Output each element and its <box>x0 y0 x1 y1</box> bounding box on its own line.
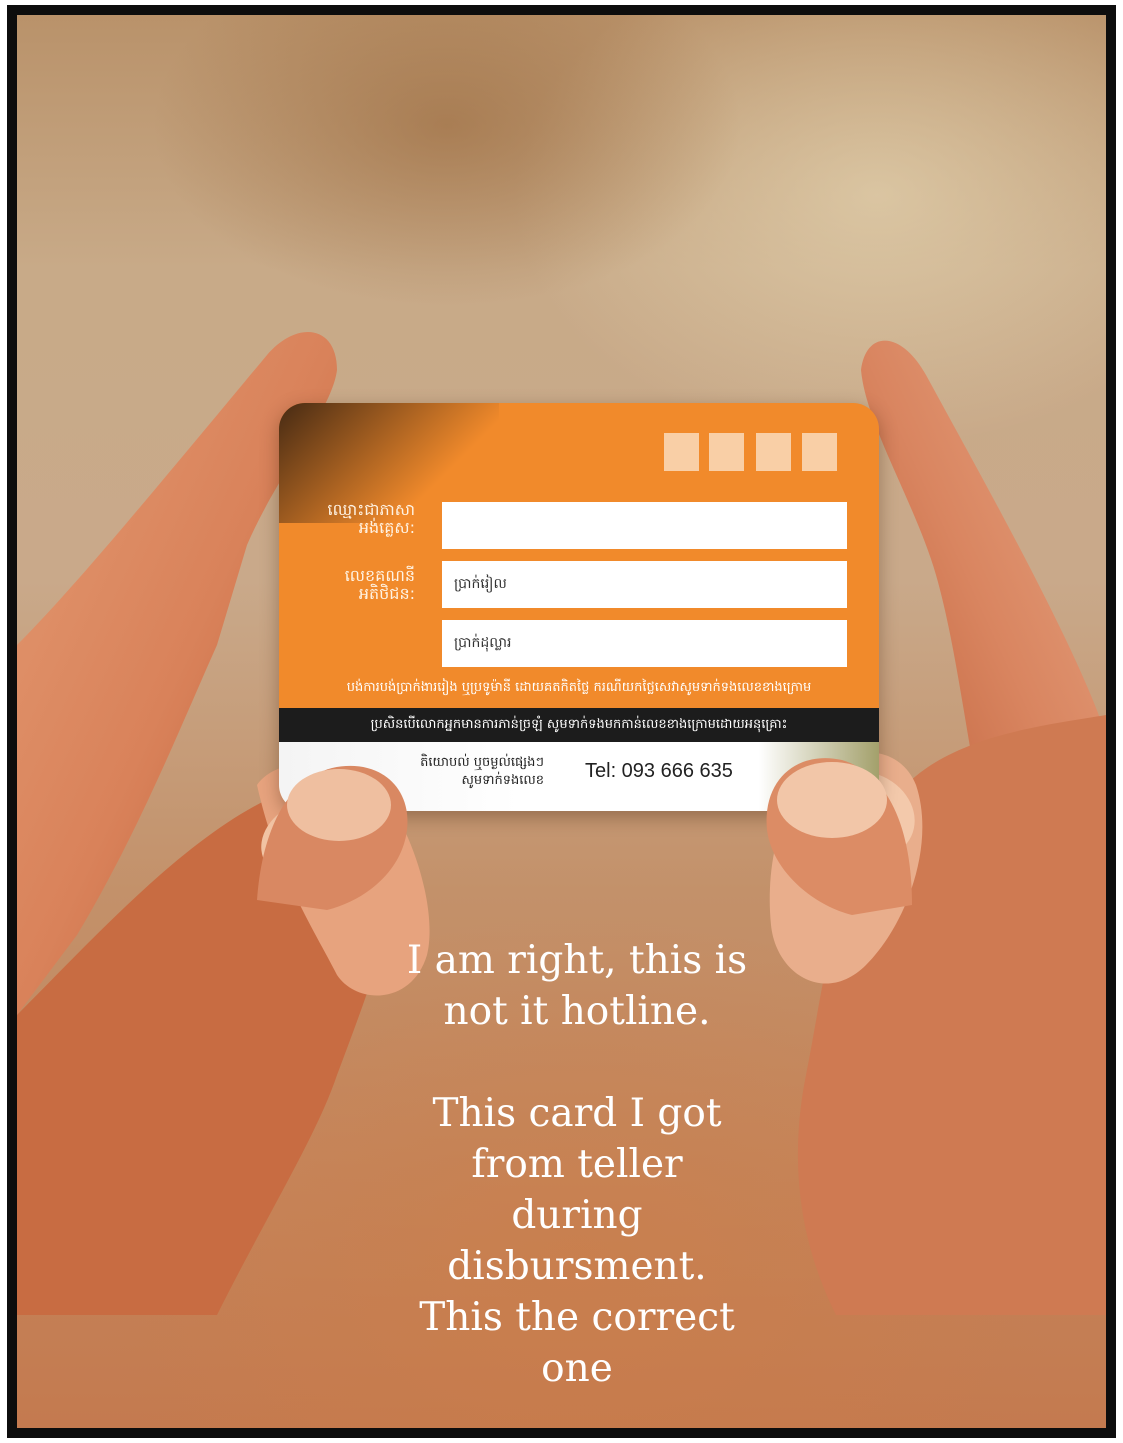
name-field[interactable] <box>442 502 847 549</box>
caption-line-2: not it hotline. <box>443 989 711 1034</box>
left-thumb <box>257 765 408 910</box>
caption-line-6: disbursment. <box>447 1244 707 1289</box>
dollar-field[interactable]: ប្រាក់ដុល្លារ <box>442 620 847 667</box>
name-label: ឈ្មោះជាភាសា អង់គ្លេស: <box>279 500 416 537</box>
riel-field[interactable]: ប្រាក់រៀល <box>442 561 847 608</box>
photo-frame: ឈ្មោះជាភាសា អង់គ្លេស: លេខគណនី អតិថិជន: ប… <box>7 5 1116 1438</box>
card-square-1 <box>664 433 699 471</box>
card-info-bar: ប្រសិនបើលោកអ្នកមានការភាន់ច្រឡំ សូមទាក់ទង… <box>279 708 879 742</box>
card-square-3 <box>756 433 791 471</box>
caption-line-3: This card I got <box>432 1091 722 1136</box>
name-label-line1: ឈ្មោះជាភាសា <box>327 500 416 519</box>
card-square-4 <box>802 433 837 471</box>
caption-line-4: from teller <box>471 1142 683 1187</box>
account-label: លេខគណនី អតិថិជន: <box>279 567 415 603</box>
card-note: បង់ការបង់ប្រាក់ងាររៀង ឬប្រទូម៉ានី ដោយគតក… <box>346 680 812 695</box>
right-thumb <box>766 758 912 915</box>
account-label-line2: អតិថិជន: <box>358 584 415 603</box>
caption-line-8: one <box>541 1346 613 1391</box>
riel-field-label: ប្រាក់រៀល <box>454 576 507 592</box>
tel-number: Tel: 093 666 635 <box>585 760 733 782</box>
caption-text: I am right, this is not it hotline. This… <box>347 935 807 1394</box>
card-square-2 <box>709 433 744 471</box>
caption-line-1: I am right, this is <box>406 938 748 983</box>
dollar-field-label: ប្រាក់ដុល្លារ <box>454 635 512 651</box>
name-label-line2: អង់គ្លេស: <box>358 518 415 537</box>
caption-line-7: This the correct <box>419 1295 735 1340</box>
card-info-text: ប្រសិនបើលោកអ្នកមានការភាន់ច្រឡំ សូមទាក់ទង… <box>370 716 788 732</box>
caption-line-5: during <box>511 1193 643 1238</box>
account-label-line1: លេខគណនី <box>344 566 415 585</box>
